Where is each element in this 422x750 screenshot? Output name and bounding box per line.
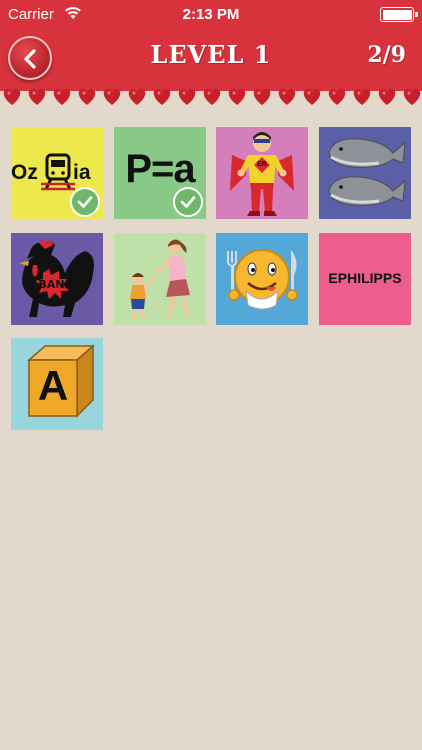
clock-label: 2:13 PM (182, 6, 240, 23)
status-bar: Carrier 2:13 PM (0, 0, 422, 28)
solved-check-badge (70, 187, 100, 217)
hero-badge-text: ER (257, 161, 267, 168)
bang-text: BANG (38, 278, 74, 291)
puzzle-tile-8[interactable]: EPHILIPPS (319, 233, 411, 325)
puzzle-tile-4[interactable] (319, 127, 411, 219)
hungry-smiley-icon (227, 249, 298, 310)
puzzle-tile-1[interactable]: Oz ia (11, 127, 103, 219)
superhero-icon (230, 132, 294, 216)
puzzle-text-right: ia (73, 161, 91, 184)
mother-child-icon (130, 239, 190, 319)
heart-border-decoration (3, 88, 421, 105)
puzzle-tile-2[interactable]: P=a (114, 127, 206, 219)
puzzle-tile-5[interactable]: BANG (11, 233, 103, 325)
level-progress: 2/9 (367, 42, 406, 68)
puzzle-tile-6[interactable] (114, 233, 206, 325)
puzzle-text-left: Oz (11, 161, 38, 184)
puzzle-text: EPHILIPPS (328, 270, 402, 286)
block-letter: A (37, 362, 69, 409)
checkmark-icon (180, 196, 196, 208)
puzzle-tile-7[interactable] (216, 233, 308, 325)
puzzle-tile-3[interactable]: ER (216, 127, 308, 219)
battery-icon (380, 7, 418, 22)
level-title: LEVEL 1 (150, 40, 272, 69)
header-bar: Carrier 2:13 PM LEVEL 1 2/9 (0, 0, 422, 91)
train-icon (41, 153, 75, 191)
checkmark-icon (77, 196, 93, 208)
solved-check-badge (173, 187, 203, 217)
whales-icon (328, 138, 406, 206)
puzzle-tile-9[interactable]: A (11, 338, 103, 430)
puzzle-text: P=a (125, 147, 195, 191)
